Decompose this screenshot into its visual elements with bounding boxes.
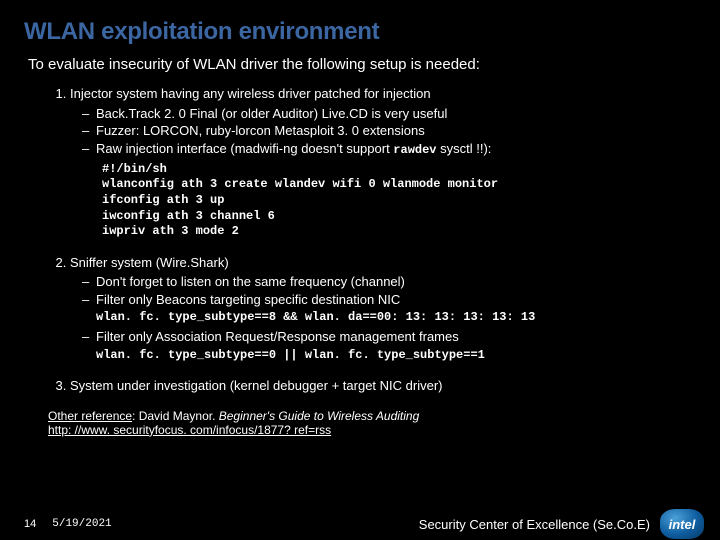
- slide-title: WLAN exploitation environment: [24, 18, 696, 46]
- code-line: iwpriv ath 3 mode 2: [102, 224, 696, 240]
- slide-subtitle: To evaluate insecurity of WLAN driver th…: [28, 56, 696, 73]
- main-list: Injector system having any wireless driv…: [24, 85, 696, 395]
- item-1a: Back.Track 2. 0 Final (or older Auditor)…: [82, 105, 696, 123]
- code-line-2c: wlan. fc. type_subtype==0 || wlan. fc. t…: [70, 348, 696, 364]
- item-1c: Raw injection interface (madwifi-ng does…: [82, 140, 696, 158]
- refs-url[interactable]: http: //www. securityfocus. com/infocus/…: [48, 423, 331, 437]
- item-1c-prefix: Raw injection interface (madwifi-ng does…: [96, 141, 393, 156]
- item-2b: Filter only Beacons targeting specific d…: [82, 291, 696, 309]
- item-1c-suffix: sysctl !!):: [437, 141, 492, 156]
- item-2a: Don't forget to listen on the same frequ…: [82, 273, 696, 291]
- code-line-2b: wlan. fc. type_subtype==8 && wlan. da==0…: [70, 310, 696, 326]
- item-2-sub: Don't forget to listen on the same frequ…: [70, 273, 696, 308]
- item-3-text: System under investigation (kernel debug…: [70, 378, 443, 393]
- item-2: Sniffer system (Wire.Shark) Don't forget…: [70, 254, 696, 363]
- item-2c: Filter only Association Request/Response…: [82, 328, 696, 346]
- item-2-sub2: Filter only Association Request/Response…: [70, 328, 696, 346]
- page-number: 14: [24, 518, 36, 530]
- item-3: System under investigation (kernel debug…: [70, 377, 696, 395]
- footer-right-text: Security Center of Excellence (Se.Co.E): [419, 517, 650, 532]
- code-line: wlanconfig ath 3 create wlandev wifi 0 w…: [102, 177, 696, 193]
- intel-logo-icon: intel: [660, 509, 704, 539]
- rawdev-code: rawdev: [393, 143, 436, 157]
- code-line: ifconfig ath 3 up: [102, 193, 696, 209]
- refs-author: : David Maynor.: [132, 409, 219, 423]
- code-line: iwconfig ath 3 channel 6: [102, 209, 696, 225]
- slide-container: WLAN exploitation environment To evaluat…: [0, 0, 720, 540]
- refs-title: Beginner's Guide to Wireless Auditing: [219, 409, 420, 423]
- code-block-1: #!/bin/sh wlanconfig ath 3 create wlande…: [70, 162, 696, 240]
- item-1b: Fuzzer: LORCON, ruby-lorcon Metasploit 3…: [82, 122, 696, 140]
- refs-label: Other reference: [48, 409, 132, 423]
- footer: 14 5/19/2021 Security Center of Excellen…: [0, 508, 720, 540]
- references: Other reference: David Maynor. Beginner'…: [48, 409, 696, 437]
- item-1: Injector system having any wireless driv…: [70, 85, 696, 240]
- item-2-text: Sniffer system (Wire.Shark): [70, 255, 229, 270]
- item-1-sub: Back.Track 2. 0 Final (or older Auditor)…: [70, 105, 696, 158]
- item-1-text: Injector system having any wireless driv…: [70, 86, 431, 101]
- code-line: #!/bin/sh: [102, 162, 696, 178]
- footer-date: 5/19/2021: [52, 518, 111, 530]
- logo-text: intel: [669, 517, 696, 532]
